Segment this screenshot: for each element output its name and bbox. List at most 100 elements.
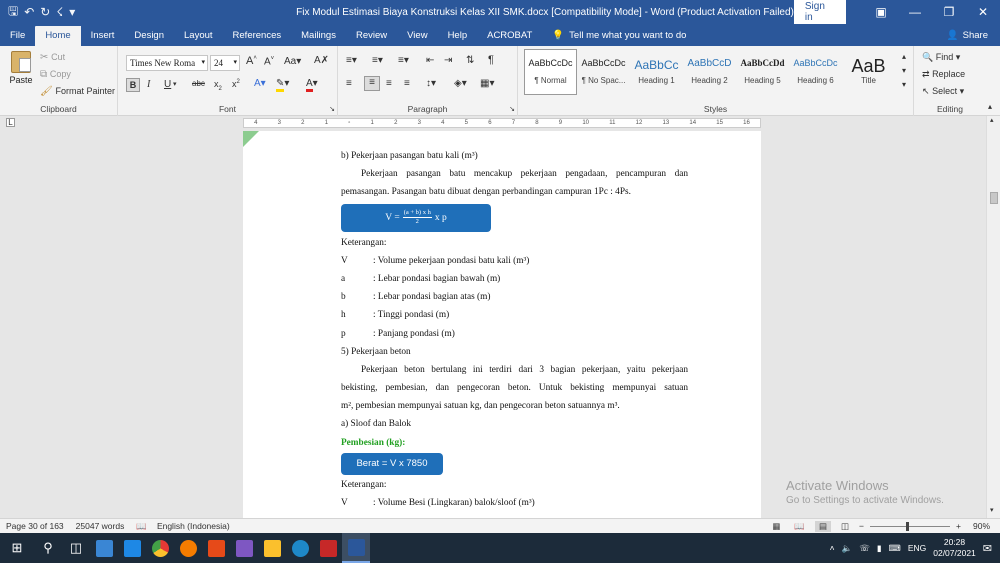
edge-icon[interactable] [286, 533, 314, 563]
input-language[interactable]: ENG [908, 543, 926, 553]
sign-in-button[interactable]: Sign in [793, 0, 846, 26]
copy-button[interactable]: ⧉ Copy [40, 69, 71, 80]
mail-icon[interactable] [118, 533, 146, 563]
numbering-icon[interactable]: ≡▾ [372, 55, 383, 66]
replace-button[interactable]: ⇄ Replace [922, 69, 965, 80]
chrome-icon[interactable] [146, 533, 174, 563]
store-icon[interactable] [90, 533, 118, 563]
undo-icon[interactable]: ↶ [24, 5, 34, 19]
style-title[interactable]: AaB Title [842, 49, 895, 95]
styles-more-icon[interactable]: ▾ [902, 80, 906, 89]
font-family-select[interactable]: Times New Roma ▾ [126, 55, 208, 71]
font-color-icon[interactable]: A▾ [306, 78, 318, 92]
scroll-down-icon[interactable]: ▾ [990, 506, 994, 514]
style-no-spacing[interactable]: AaBbCcDc ¶ No Spac... [577, 49, 630, 95]
pdf-app-icon[interactable] [202, 533, 230, 563]
justify-icon[interactable]: ≡ [404, 78, 410, 89]
font-size-select[interactable]: 24 ▾ [210, 55, 240, 71]
visual-studio-icon[interactable] [230, 533, 258, 563]
align-left-icon[interactable]: ≡ [346, 78, 352, 89]
zoom-in-icon[interactable]: + [956, 521, 961, 531]
scrollbar-thumb[interactable] [990, 192, 998, 204]
format-painter-button[interactable]: 🖌 Format Painter [40, 86, 115, 97]
task-view-icon[interactable]: ◫ [62, 533, 90, 563]
dialog-launcher-icon[interactable]: ↘ [329, 105, 335, 113]
tab-layout[interactable]: Layout [174, 26, 223, 46]
italic-button[interactable]: I [147, 79, 150, 90]
chevron-up-icon[interactable]: ˄ [830, 543, 835, 553]
line-spacing-icon[interactable]: ↕▾ [426, 78, 436, 89]
document-page[interactable]: b) Pekerjaan pasangan batu kali (m³) Pek… [243, 131, 761, 518]
shrink-font-icon[interactable]: A˅ [264, 56, 274, 67]
zoom-slider[interactable] [870, 521, 951, 531]
strikethrough-button[interactable]: abc [192, 79, 205, 88]
network-icon[interactable]: ☏ [859, 543, 870, 554]
minimize-icon[interactable]: — [898, 5, 932, 19]
share-button[interactable]: 👤 Share [935, 26, 1000, 46]
tab-home[interactable]: Home [35, 26, 81, 46]
windows-start-icon[interactable]: ⊞ [0, 533, 34, 563]
proofing-icon[interactable]: 📖 [136, 521, 147, 532]
increase-indent-icon[interactable]: ⇥ [444, 55, 452, 66]
close-icon[interactable]: ✕ [966, 5, 1000, 19]
vertical-scrollbar[interactable]: ▴ ▾ [986, 116, 1000, 518]
keyboard-icon[interactable]: ⌨ [889, 543, 901, 554]
search-icon[interactable]: ⚲ [34, 533, 62, 563]
tab-mailings[interactable]: Mailings [291, 26, 346, 46]
page-count[interactable]: Page 30 of 163 [6, 521, 64, 531]
web-layout-icon[interactable]: ◫ [841, 521, 849, 532]
tab-help[interactable]: Help [438, 26, 478, 46]
superscript-button[interactable]: x2 [232, 79, 240, 89]
bullets-icon[interactable]: ≡▾ [346, 55, 357, 66]
tab-file[interactable]: File [0, 26, 35, 46]
subscript-button[interactable]: x2 [214, 79, 222, 92]
tell-me-search[interactable]: 💡 Tell me what you want to do [542, 26, 696, 46]
highlight-color-icon[interactable]: ✎▾ [276, 78, 289, 92]
formula-box-weight[interactable]: Berat = V x 7850 [341, 452, 443, 475]
volume-icon[interactable]: 🔈 [842, 543, 853, 554]
shading-icon[interactable]: ◈▾ [454, 78, 467, 89]
borders-icon[interactable]: ▦▾ [480, 78, 494, 89]
underline-dropdown-icon[interactable]: ▾ [173, 80, 177, 88]
show-formatting-marks-icon[interactable]: ¶ [488, 54, 494, 66]
bold-button[interactable]: B [126, 78, 140, 92]
ribbon-display-options-icon[interactable]: ▣ [864, 5, 898, 19]
zoom-level[interactable]: 90% [973, 521, 990, 531]
tab-acrobat[interactable]: ACROBAT [477, 26, 542, 46]
touch-mode-icon[interactable]: ☇ [56, 5, 63, 19]
save-icon[interactable]: 🖫 [8, 2, 18, 23]
text-effects-icon[interactable]: A▾ [254, 78, 266, 89]
style-heading-2[interactable]: AaBbCcD Heading 2 [683, 49, 736, 95]
paste-button[interactable]: Paste [8, 51, 34, 85]
sort-icon[interactable]: ⇅ [466, 55, 474, 66]
word-count[interactable]: 25047 words [76, 521, 125, 531]
style-heading-6[interactable]: AaBbCcDc Heading 6 [789, 49, 842, 95]
dialog-launcher-icon[interactable]: ↘ [509, 105, 515, 113]
word-taskbar-icon[interactable] [342, 533, 370, 563]
multilevel-list-icon[interactable]: ≡▾ [398, 55, 409, 66]
scroll-up-icon[interactable]: ▴ [990, 116, 994, 124]
style-normal[interactable]: AaBbCcDc ¶ Normal [524, 49, 577, 95]
style-heading-5[interactable]: AaBbCcDd Heading 5 [736, 49, 789, 95]
clear-formatting-icon[interactable]: A✗ [314, 55, 329, 66]
zoom-out-icon[interactable]: − [859, 521, 864, 531]
print-layout-icon[interactable]: ▤ [814, 520, 832, 532]
align-center-icon[interactable]: ≡ [364, 76, 380, 91]
horizontal-ruler[interactable]: 4 3 2 1 ▫ 1 2 3 4 5 6 7 8 9 10 11 12 13 14 15 16 [243, 118, 761, 128]
focus-mode-icon[interactable]: ▦ [772, 521, 780, 532]
select-button[interactable]: ↖ Select ▾ [922, 86, 964, 97]
acrobat-icon[interactable] [314, 533, 342, 563]
styles-scroll-up-icon[interactable]: ▴ [902, 52, 906, 61]
styles-scroll-down-icon[interactable]: ▾ [902, 66, 906, 75]
file-explorer-icon[interactable] [258, 533, 286, 563]
tab-design[interactable]: Design [124, 26, 174, 46]
language-indicator[interactable]: English (Indonesia) [157, 521, 230, 531]
tab-stop-selector[interactable]: L [6, 118, 15, 127]
collapse-ribbon-icon[interactable]: ▴ [988, 102, 992, 111]
grow-font-icon[interactable]: A˄ [246, 55, 257, 67]
underline-button[interactable]: U [164, 79, 171, 90]
restore-icon[interactable]: ❐ [932, 5, 966, 19]
align-right-icon[interactable]: ≡ [386, 78, 392, 89]
decrease-indent-icon[interactable]: ⇤ [426, 55, 434, 66]
change-case-icon[interactable]: Aa▾ [284, 56, 301, 67]
